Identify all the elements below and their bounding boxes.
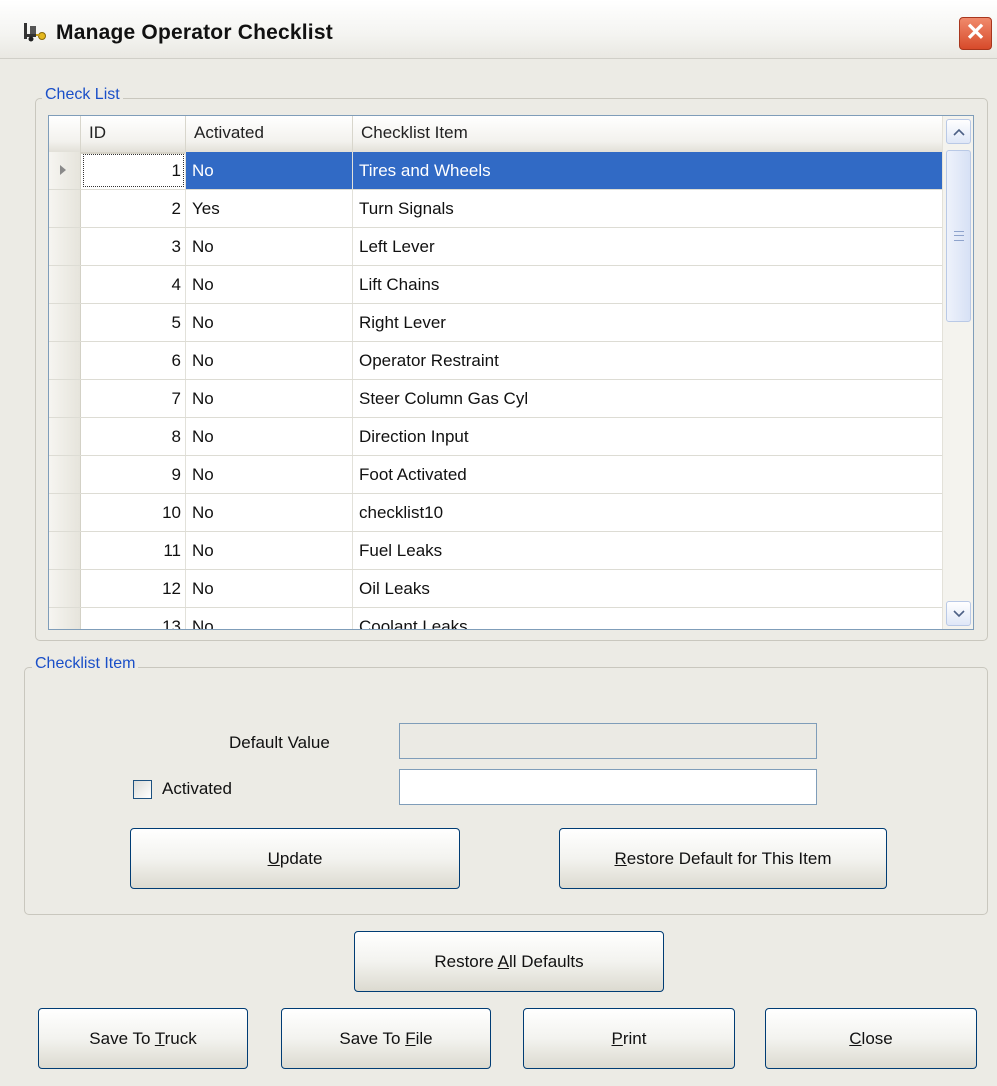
cell-id[interactable]: 11	[81, 532, 186, 569]
cell-activated[interactable]: No	[186, 456, 353, 493]
grid-header: ID Activated Checklist Item	[49, 116, 942, 154]
row-selector[interactable]	[49, 152, 81, 189]
cell-id[interactable]: 9	[81, 456, 186, 493]
row-selector[interactable]	[49, 418, 81, 455]
cell-id[interactable]: 12	[81, 570, 186, 607]
cell-checklist-item[interactable]: Oil Leaks	[353, 570, 942, 607]
table-row[interactable]: 8 No Direction Input	[49, 418, 942, 456]
cell-id[interactable]: 5	[81, 304, 186, 341]
cell-id[interactable]: 10	[81, 494, 186, 531]
cell-checklist-item[interactable]: Steer Column Gas Cyl	[353, 380, 942, 417]
cell-activated[interactable]: No	[186, 152, 353, 189]
scroll-down-button[interactable]	[946, 601, 971, 626]
cell-id[interactable]: 8	[81, 418, 186, 455]
row-selector[interactable]	[49, 456, 81, 493]
row-selector[interactable]	[49, 532, 81, 569]
column-header-checklist-item[interactable]: Checklist Item	[353, 116, 942, 152]
update-button[interactable]: Update	[130, 828, 460, 889]
table-row[interactable]: 10 No checklist10	[49, 494, 942, 532]
column-header-activated[interactable]: Activated	[186, 116, 353, 152]
item-value-field[interactable]	[399, 769, 817, 805]
cell-activated[interactable]: No	[186, 532, 353, 569]
grid-vertical-scrollbar[interactable]	[942, 116, 973, 629]
table-row[interactable]: 7 No Steer Column Gas Cyl	[49, 380, 942, 418]
cell-id[interactable]: 4	[81, 266, 186, 303]
cell-checklist-item[interactable]: Foot Activated	[353, 456, 942, 493]
restore-default-item-button[interactable]: Restore Default for This Item	[559, 828, 887, 889]
cell-activated[interactable]: No	[186, 228, 353, 265]
table-row[interactable]: 2 Yes Turn Signals	[49, 190, 942, 228]
table-row[interactable]: 9 No Foot Activated	[49, 456, 942, 494]
column-header-id[interactable]: ID	[81, 116, 186, 152]
chevron-down-icon	[952, 610, 965, 618]
cell-checklist-item[interactable]: Tires and Wheels	[353, 152, 942, 189]
cell-activated[interactable]: Yes	[186, 190, 353, 227]
checklist-grid[interactable]: ID Activated Checklist Item 1 No Tires and…	[48, 115, 974, 630]
table-row[interactable]: 6 No Operator Restraint	[49, 342, 942, 380]
row-selector[interactable]	[49, 608, 81, 629]
default-value-label: Default Value	[229, 733, 330, 752]
cell-checklist-item[interactable]: Turn Signals	[353, 190, 942, 227]
cell-checklist-item[interactable]: Direction Input	[353, 418, 942, 455]
chevron-up-icon	[952, 128, 965, 136]
table-row[interactable]: 5 No Right Lever	[49, 304, 942, 342]
row-selector[interactable]	[49, 228, 81, 265]
cell-id[interactable]: 13	[81, 608, 186, 629]
row-selector[interactable]	[49, 304, 81, 341]
current-row-arrow-icon	[60, 165, 66, 175]
window-title: Manage Operator Checklist	[56, 21, 333, 44]
cell-checklist-item[interactable]: Lift Chains	[353, 266, 942, 303]
cell-activated[interactable]: No	[186, 494, 353, 531]
cell-id[interactable]: 6	[81, 342, 186, 379]
save-to-truck-button[interactable]: Save To Truck	[38, 1008, 248, 1069]
row-selector[interactable]	[49, 342, 81, 379]
row-selector[interactable]	[49, 570, 81, 607]
cell-activated[interactable]: No	[186, 608, 353, 629]
save-to-file-button[interactable]: Save To File	[281, 1008, 491, 1069]
manage-operator-checklist-window: Manage Operator Checklist ✕ Check List I…	[0, 0, 997, 1086]
cell-activated[interactable]: No	[186, 418, 353, 455]
table-row[interactable]: 11 No Fuel Leaks	[49, 532, 942, 570]
table-row[interactable]: 13 No Coolant Leaks	[49, 608, 942, 629]
cell-id[interactable]: 1	[81, 152, 186, 189]
cell-checklist-item[interactable]: Fuel Leaks	[353, 532, 942, 569]
row-selector[interactable]	[49, 494, 81, 531]
scroll-up-button[interactable]	[946, 119, 971, 144]
cell-activated[interactable]: No	[186, 570, 353, 607]
cell-checklist-item[interactable]: Left Lever	[353, 228, 942, 265]
restore-all-defaults-button[interactable]: Restore All Defaults	[354, 931, 664, 992]
table-row[interactable]: 4 No Lift Chains	[49, 266, 942, 304]
cell-activated[interactable]: No	[186, 266, 353, 303]
activated-checkbox[interactable]	[133, 780, 152, 799]
cell-activated[interactable]: No	[186, 342, 353, 379]
cell-id[interactable]: 2	[81, 190, 186, 227]
title-bar: Manage Operator Checklist ✕	[0, 0, 997, 59]
forklift-key-icon	[24, 23, 46, 42]
print-button[interactable]: Print	[523, 1008, 735, 1069]
default-value-field	[399, 723, 817, 759]
cell-checklist-item[interactable]: Operator Restraint	[353, 342, 942, 379]
scroll-thumb[interactable]	[946, 150, 971, 322]
check-list-group-label: Check List	[42, 86, 123, 104]
cell-checklist-item[interactable]: Coolant Leaks	[353, 608, 942, 629]
cell-checklist-item[interactable]: checklist10	[353, 494, 942, 531]
table-row[interactable]: 12 No Oil Leaks	[49, 570, 942, 608]
cell-checklist-item[interactable]: Right Lever	[353, 304, 942, 341]
cell-activated[interactable]: No	[186, 380, 353, 417]
cell-activated[interactable]: No	[186, 304, 353, 341]
checklist-item-group-label: Checklist Item	[32, 655, 139, 673]
activated-label[interactable]: Activated	[162, 779, 232, 799]
cell-id[interactable]: 7	[81, 380, 186, 417]
close-button[interactable]: Close	[765, 1008, 977, 1069]
grid-rows: 1 No Tires and Wheels 2 Yes Turn Signals 3 No Le…	[49, 152, 942, 629]
table-row[interactable]: 1 No Tires and Wheels	[49, 152, 942, 190]
close-window-button[interactable]: ✕	[959, 17, 992, 50]
row-header-corner	[49, 116, 81, 152]
cell-id[interactable]: 3	[81, 228, 186, 265]
row-selector[interactable]	[49, 266, 81, 303]
table-row[interactable]: 3 No Left Lever	[49, 228, 942, 266]
row-selector[interactable]	[49, 380, 81, 417]
row-selector[interactable]	[49, 190, 81, 227]
grip-icon	[954, 231, 964, 241]
